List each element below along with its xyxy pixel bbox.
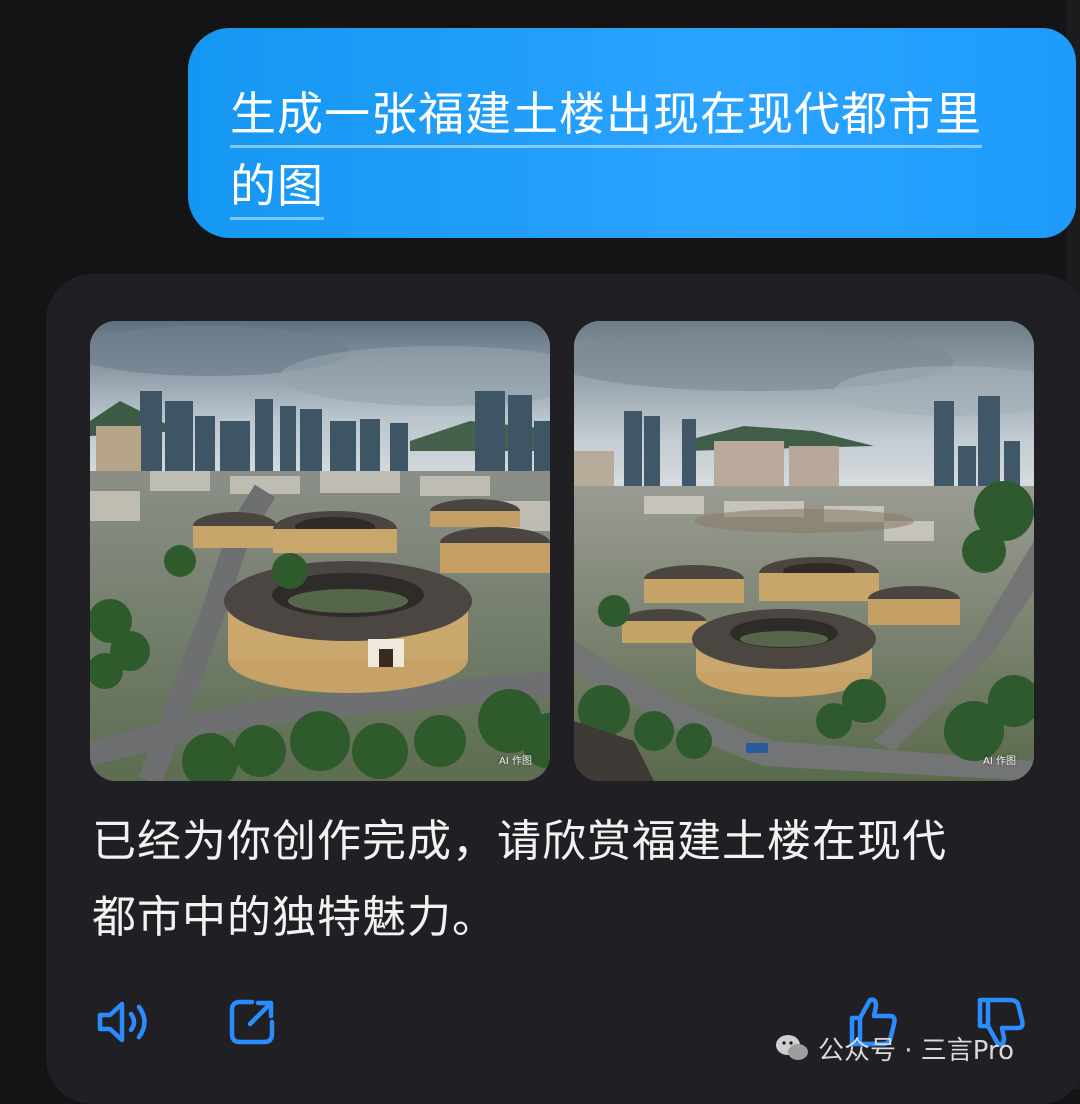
generated-image-1[interactable]: AI 作图 [90, 321, 550, 781]
tulou-city-illustration-1 [90, 321, 550, 781]
user-message-line: 生成一张福建土楼出现在现代都市里 [230, 87, 982, 148]
ai-image-tag: AI 作图 [983, 756, 1016, 767]
watermark: 公众号 · 三言Pro [774, 1030, 1014, 1066]
reply-line: 都市中的独特魅力。 [92, 892, 497, 943]
tulou-city-illustration-2 [574, 321, 1034, 781]
assistant-reply-text: 已经为你创作完成，请欣赏福建土楼在现代 都市中的独特魅力。 [92, 804, 1052, 956]
reply-line: 已经为你创作完成，请欣赏福建土楼在现代 [92, 816, 947, 867]
user-message-line: 的图 [230, 159, 324, 220]
generated-image-2[interactable]: AI 作图 [574, 321, 1034, 781]
share-button[interactable] [222, 992, 282, 1052]
ai-image-tag: AI 作图 [499, 756, 532, 767]
share-icon [229, 999, 275, 1045]
user-message-bubble: 生成一张福建土楼出现在现代都市里 的图 [188, 28, 1076, 238]
user-message-text: 生成一张福建土楼出现在现代都市里 的图 [230, 78, 1030, 222]
speaker-icon [97, 1001, 147, 1043]
watermark-text: 公众号 · 三言Pro [818, 1035, 1015, 1066]
assistant-reply-card: AI 作图 AI 作图 已经为你创作完成，请欣赏福建土楼在现代 都市中的独特魅力… [46, 274, 1080, 1104]
generated-images: AI 作图 AI 作图 [90, 321, 1034, 781]
wechat-icon [776, 1035, 808, 1060]
read-aloud-button[interactable] [94, 992, 154, 1052]
